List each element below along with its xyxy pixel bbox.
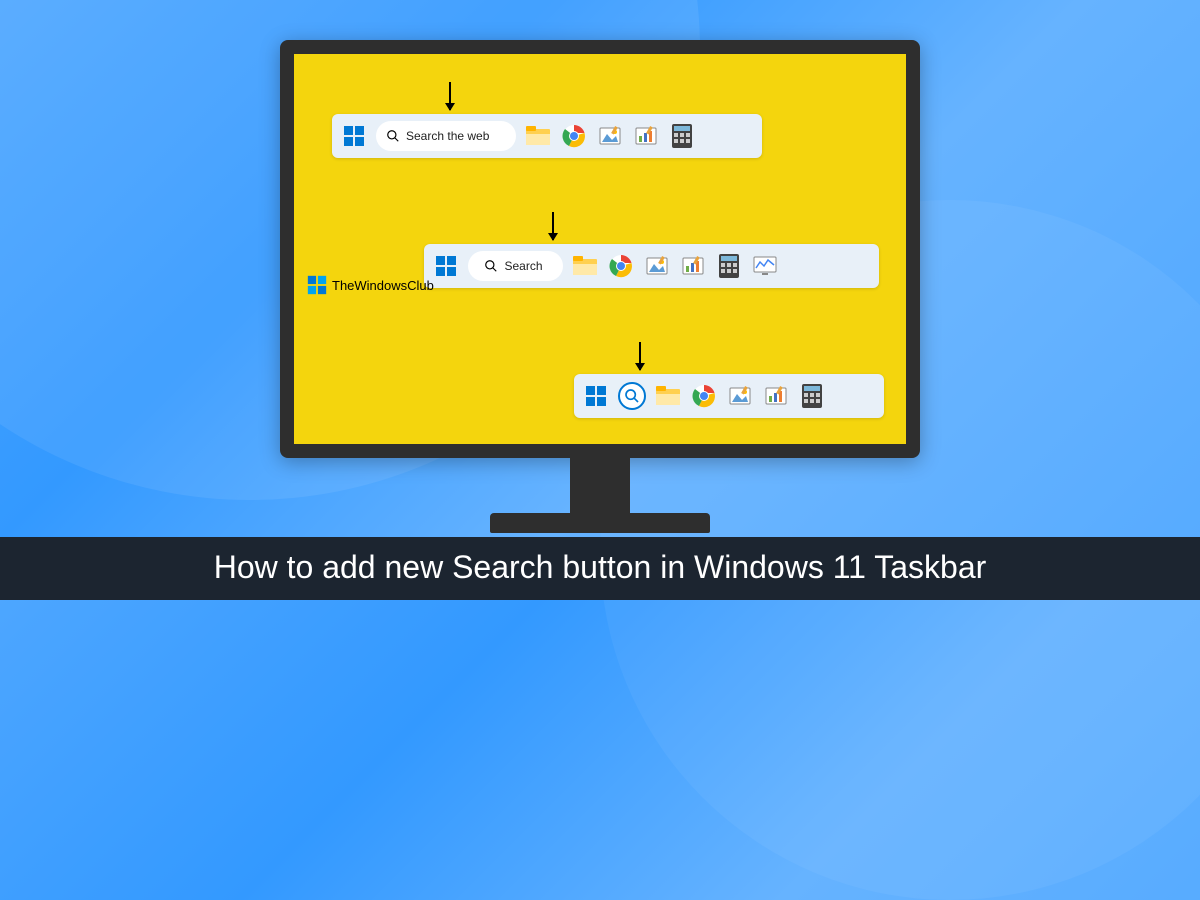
file-explorer-icon[interactable] [524,122,552,150]
calculator-icon[interactable] [798,382,826,410]
arrow-indicator-2 [552,212,554,240]
chrome-icon[interactable] [607,252,635,280]
arrow-indicator-1 [449,82,451,110]
file-explorer-icon[interactable] [654,382,682,410]
chart-app-icon[interactable] [632,122,660,150]
monitor-stand-base [490,513,710,533]
monitor-bezel: Search the web [280,40,920,458]
arrow-indicator-3 [639,342,641,370]
taskbar-variant-3 [574,374,884,418]
start-icon[interactable] [432,252,460,280]
chart-app-icon[interactable] [679,252,707,280]
paint-icon[interactable] [726,382,754,410]
monitor-app-icon[interactable] [751,252,779,280]
search-label: Search [504,259,542,273]
search-box-narrow[interactable]: Search [468,251,563,281]
taskbar-variant-2: Search [424,244,879,288]
search-icon-button[interactable] [618,382,646,410]
monitor-screen: Search the web [294,54,906,444]
chrome-icon[interactable] [560,122,588,150]
start-icon[interactable] [340,122,368,150]
paint-icon[interactable] [643,252,671,280]
calculator-icon[interactable] [668,122,696,150]
search-box-wide[interactable]: Search the web [376,121,516,151]
search-icon [484,259,498,273]
calculator-icon[interactable] [715,252,743,280]
search-icon [386,129,400,143]
chart-app-icon[interactable] [762,382,790,410]
search-label: Search the web [406,129,489,143]
taskbar-variant-1: Search the web [332,114,762,158]
watermark-text: TheWindowsClub [332,278,434,293]
monitor-frame: Search the web [280,40,920,533]
start-icon[interactable] [582,382,610,410]
article-title: How to add new Search button in Windows … [0,537,1200,600]
chrome-icon[interactable] [690,382,718,410]
monitor-stand-neck [570,458,630,513]
watermark: TheWindowsClub [306,274,434,296]
file-explorer-icon[interactable] [571,252,599,280]
windowsclub-logo-icon [306,274,328,296]
paint-icon[interactable] [596,122,624,150]
search-icon [624,388,640,404]
